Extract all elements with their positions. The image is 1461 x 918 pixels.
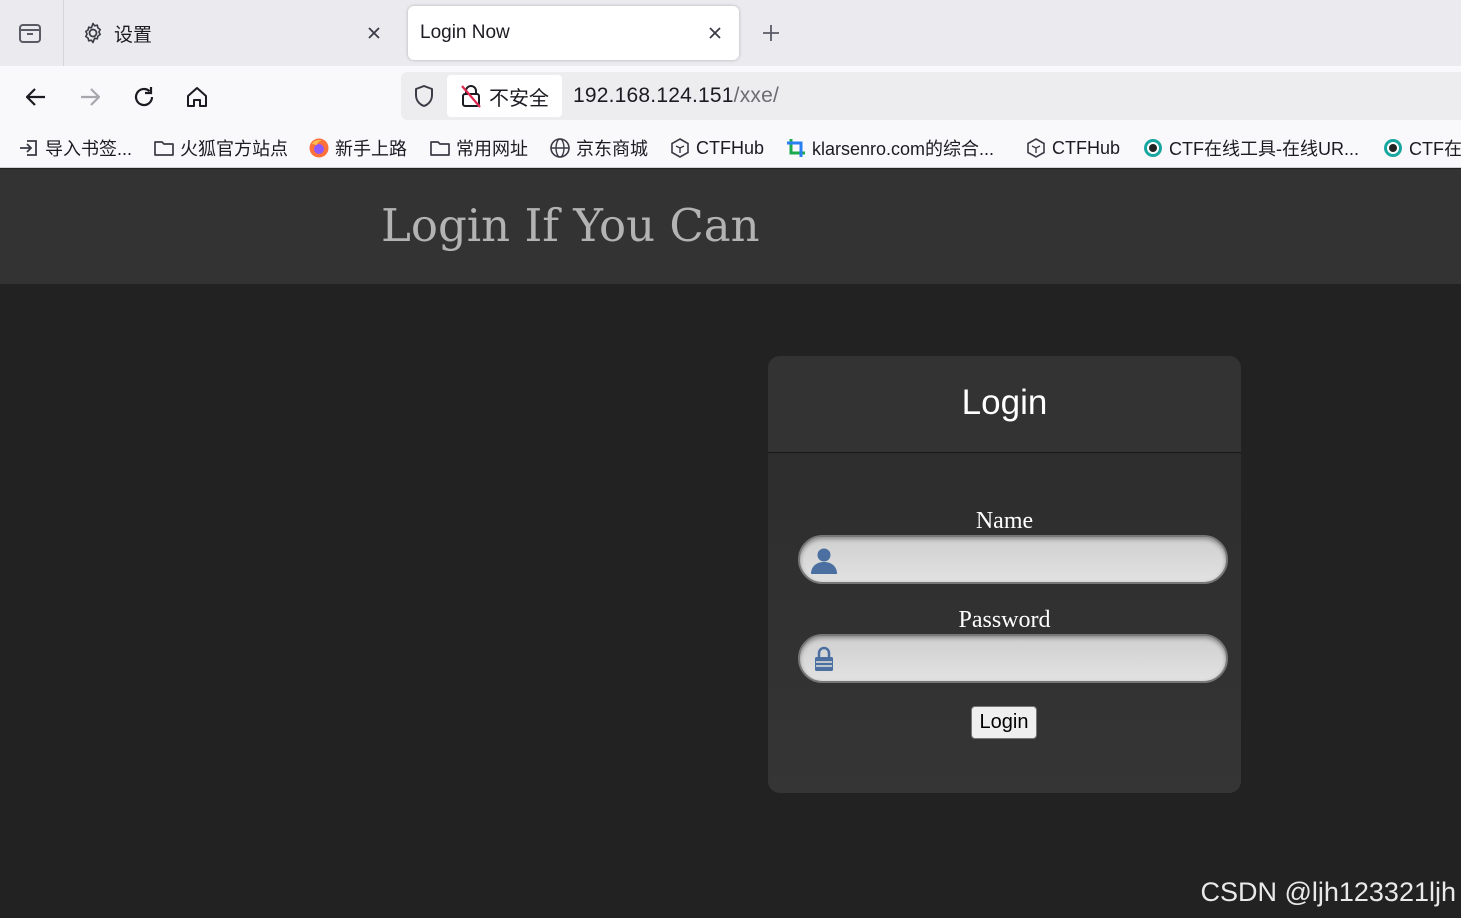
home-icon <box>187 87 207 107</box>
password-label: Password <box>958 607 1051 633</box>
bookmark-label: 常用网址 <box>456 139 528 159</box>
insecure-lock-icon <box>461 85 481 108</box>
bookmark-label: 新手上路 <box>335 139 407 159</box>
bookmark-label: klarsenro.com的综合... <box>812 139 995 159</box>
bookmark-getting-started[interactable]: 新手上路 <box>308 134 407 162</box>
navigation-bar: 不安全 192.168.124.151/xxe/ <box>0 66 1461 128</box>
tab-list-button[interactable] <box>10 15 50 51</box>
globe-icon <box>549 137 571 159</box>
url-host: 192.168.124.151 <box>573 84 734 107</box>
arrow-right-icon <box>81 88 101 106</box>
page-content: Login If You Can Login Name Password Log… <box>0 169 1461 918</box>
bookmark-label: CTF在线工具-在线UR... <box>1169 139 1359 159</box>
url-path: /xxe/ <box>733 84 780 107</box>
bookmark-label: 火狐官方站点 <box>180 139 288 159</box>
ctf-tool-icon <box>1142 137 1164 159</box>
import-icon <box>18 137 40 159</box>
bookmark-jd[interactable]: 京东商城 <box>549 134 648 162</box>
login-card: Login Name Password Login <box>768 356 1241 793</box>
plus-icon <box>763 25 779 41</box>
name-field[interactable] <box>798 535 1228 584</box>
login-button[interactable]: Login <box>971 706 1037 739</box>
bookmark-ctf-tools[interactable]: CTF在线工具-在线UR... <box>1142 134 1359 162</box>
bookmark-import[interactable]: 导入书签... <box>18 134 132 162</box>
user-icon <box>811 548 837 574</box>
password-input[interactable] <box>846 642 1216 676</box>
ctfhub-icon <box>669 137 691 159</box>
password-field[interactable] <box>798 634 1228 683</box>
bookmark-label: 京东商城 <box>576 139 648 159</box>
name-label: Name <box>975 508 1034 534</box>
name-input[interactable] <box>846 543 1216 577</box>
url-bar[interactable]: 不安全 192.168.124.151/xxe/ <box>401 72 1461 120</box>
ctf-tool-icon <box>1382 137 1404 159</box>
page-header: Login If You Can <box>0 169 1461 284</box>
url-text[interactable]: 192.168.124.151/xxe/ <box>573 84 779 108</box>
tab-list-icon <box>19 24 41 43</box>
forward-button[interactable] <box>72 79 108 115</box>
firefox-icon <box>308 137 330 159</box>
folder-icon <box>429 137 451 159</box>
bookmark-label: CTFHub <box>1052 137 1121 158</box>
page-title: Login If You Can <box>381 199 760 252</box>
arrow-left-icon <box>25 88 45 106</box>
tab-separator <box>63 0 64 66</box>
shield-icon[interactable] <box>411 83 437 109</box>
new-tab-button[interactable] <box>756 18 786 48</box>
klarsenro-icon <box>785 137 807 159</box>
reload-icon <box>134 87 154 107</box>
bookmark-klarsenro[interactable]: klarsenro.com的综合... <box>785 134 994 162</box>
tab-title: 设置 <box>114 24 153 46</box>
home-button[interactable] <box>179 79 215 115</box>
close-icon[interactable] <box>703 21 727 45</box>
close-icon[interactable] <box>362 21 386 45</box>
security-label: 不安全 <box>489 87 549 110</box>
bookmarks-toolbar: 导入书签... 火狐官方站点 新手上路 常用网址 京东商城 CTFHub kla… <box>0 128 1461 168</box>
bookmark-firefox-official[interactable]: 火狐官方站点 <box>153 134 288 162</box>
folder-icon <box>153 137 175 159</box>
lock-icon <box>815 646 833 671</box>
ctfhub-icon <box>1025 137 1047 159</box>
reload-button[interactable] <box>126 79 162 115</box>
tab-strip: 设置 Login Now <box>0 0 1461 66</box>
back-button[interactable] <box>18 79 54 115</box>
bookmark-ctf-online[interactable]: CTF在 <box>1382 134 1461 162</box>
tab-login-now[interactable]: Login Now <box>408 6 739 60</box>
login-card-header: Login <box>768 356 1241 453</box>
bookmark-label: 导入书签... <box>45 139 133 159</box>
tab-settings[interactable]: 设置 <box>68 6 398 60</box>
login-card-title: Login <box>961 383 1048 422</box>
bookmark-common-sites[interactable]: 常用网址 <box>429 134 528 162</box>
bookmark-label: CTF在 <box>1409 139 1461 159</box>
bookmark-ctfhub-1[interactable]: CTFHub <box>669 134 764 162</box>
watermark: CSDN @ljh123321ljh <box>1200 877 1456 907</box>
tab-title: Login Now <box>420 22 510 43</box>
site-security-indicator[interactable]: 不安全 <box>447 75 562 117</box>
gear-icon <box>80 20 106 46</box>
bookmark-label: CTFHub <box>696 137 765 158</box>
bookmark-ctfhub-2[interactable]: CTFHub <box>1025 134 1120 162</box>
